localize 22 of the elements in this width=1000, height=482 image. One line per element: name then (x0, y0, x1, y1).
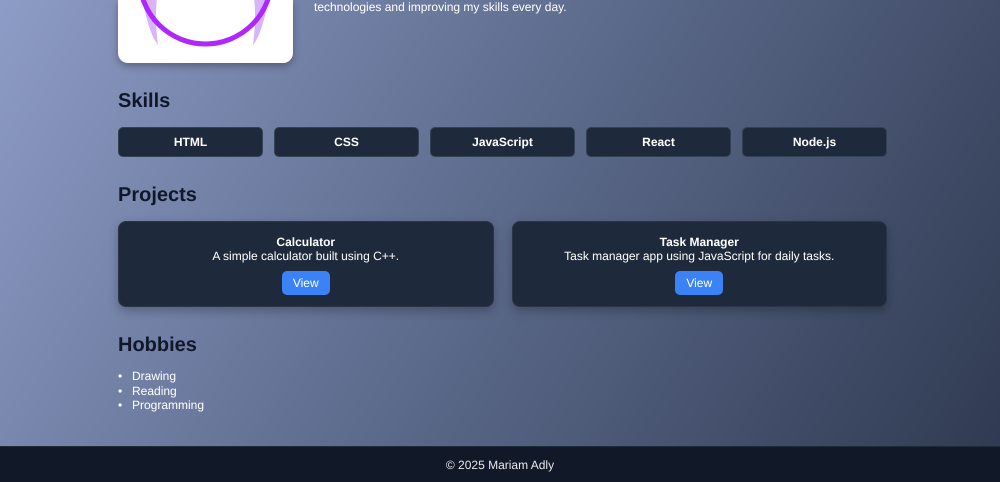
projects-heading: Projects (118, 183, 198, 207)
project-description: A simple calculator built using C++. (212, 249, 400, 263)
skill-tag: React (586, 127, 731, 157)
view-button[interactable]: View (282, 271, 330, 295)
hobby-item: Programming (132, 398, 204, 412)
project-title: Task Manager (660, 235, 739, 249)
hobby-item: Reading (132, 384, 177, 398)
hobbies-heading: Hobbies (118, 333, 198, 357)
intro-text: technologies and improving my skills every day. (314, 0, 567, 14)
bullet-icon: • (118, 384, 132, 398)
copyright-text: © 2025 Mariam Adly (446, 458, 554, 472)
skill-tag: JavaScript (430, 127, 575, 157)
view-button[interactable]: View (675, 271, 724, 295)
bullet-icon: • (118, 369, 132, 384)
skill-tag: Node.js (742, 127, 887, 157)
hobby-item: Drawing (132, 369, 176, 383)
skill-tag: CSS (274, 127, 419, 157)
skills-heading: Skills (118, 89, 172, 113)
bullet-icon: • (118, 398, 132, 412)
project-title: Calculator (276, 235, 336, 249)
skill-tag: HTML (118, 127, 263, 157)
project-description: Task manager app using JavaScript for daily tasks. (564, 249, 834, 263)
